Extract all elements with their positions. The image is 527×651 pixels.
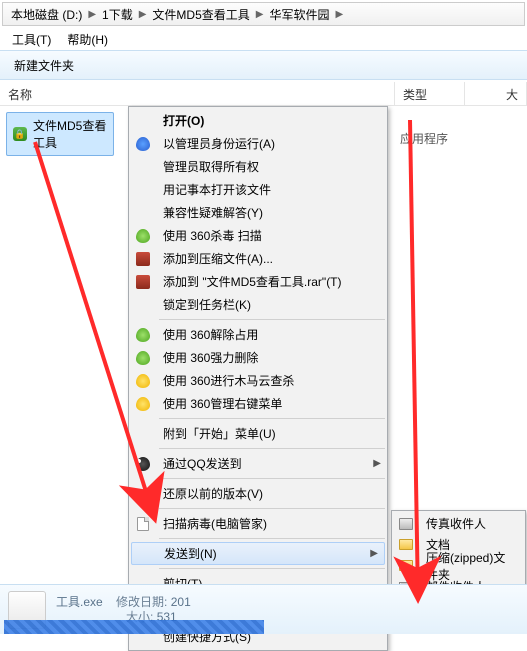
separator [159, 568, 385, 569]
release-icon [135, 327, 151, 343]
shield-icon [135, 136, 151, 152]
ctx-pin-taskbar[interactable]: 锁定到任务栏(K) [129, 293, 387, 316]
file-name: 文件MD5查看工具 [33, 117, 107, 151]
menu-mgr-icon [135, 396, 151, 412]
column-type[interactable]: 类型 [395, 82, 465, 105]
delete-icon [135, 350, 151, 366]
status-filename: 工具.exe [56, 595, 103, 609]
separator [159, 538, 385, 539]
separator [159, 508, 385, 509]
column-headers: 名称 类型 大 [0, 82, 527, 106]
sendto-zip[interactable]: 压缩(zipped)文件夹 [392, 555, 525, 576]
file-type-label: 应用程序 [400, 130, 448, 147]
folder-icon [398, 537, 414, 553]
status-modified-value: 201 [171, 595, 191, 609]
breadcrumb-seg-tool[interactable]: 文件MD5查看工具 [148, 6, 253, 23]
menu-help[interactable]: 帮助(H) [61, 29, 114, 50]
cloud-scan-icon [135, 373, 151, 389]
archive-icon [135, 251, 151, 267]
toolbar: 新建文件夹 [0, 50, 527, 80]
qq-icon [135, 456, 151, 472]
separator [159, 478, 385, 479]
breadcrumb-seg-downloads[interactable]: 1下载 [98, 6, 137, 23]
ctx-pin-start[interactable]: 附到「开始」菜单(U) [129, 422, 387, 445]
status-modified-label: 修改日期: [116, 595, 167, 609]
breadcrumb-seg-site[interactable]: 华军软件园 [265, 6, 333, 23]
ctx-qq-send[interactable]: 通过QQ发送到 ▶ [129, 452, 387, 475]
exe-icon: 🔒 [13, 126, 27, 142]
chevron-right-icon: ▶ [333, 9, 345, 20]
ctx-add-archive[interactable]: 添加到压缩文件(A)... [129, 247, 387, 270]
ctx-force-del[interactable]: 使用 360强力删除 [129, 346, 387, 369]
submenu-arrow-icon: ▶ [370, 548, 378, 559]
menu-tools[interactable]: 工具(T) [6, 29, 57, 50]
scan-icon [135, 516, 151, 532]
ctx-scan-virus[interactable]: 扫描病毒(电脑管家) [129, 512, 387, 535]
archive-icon [135, 274, 151, 290]
chevron-right-icon: ▶ [86, 9, 98, 20]
zip-icon [398, 558, 414, 574]
ctx-release[interactable]: 使用 360解除占用 [129, 323, 387, 346]
ctx-add-rar[interactable]: 添加到 "文件MD5查看工具.rar"(T) [129, 270, 387, 293]
column-name[interactable]: 名称 [0, 82, 395, 105]
menubar: 工具(T) 帮助(H) [0, 28, 527, 50]
breadcrumb-seg-drive[interactable]: 本地磁盘 (D:) [7, 6, 86, 23]
chevron-right-icon: ▶ [137, 9, 149, 20]
ctx-open[interactable]: 打开(O) [129, 109, 387, 132]
ctx-compat[interactable]: 兼容性疑难解答(Y) [129, 201, 387, 224]
ctx-send-to[interactable]: 发送到(N) ▶ [131, 542, 385, 565]
ctx-run-admin[interactable]: 以管理员身份运行(A) [129, 132, 387, 155]
separator [159, 448, 385, 449]
separator [159, 319, 385, 320]
breadcrumb[interactable]: 本地磁盘 (D:) ▶ 1下载 ▶ 文件MD5查看工具 ▶ 华军软件园 ▶ [2, 2, 525, 26]
column-size[interactable]: 大 [465, 82, 527, 105]
new-folder-button[interactable]: 新建文件夹 [8, 53, 80, 78]
file-row[interactable]: 🔒 文件MD5查看工具 [6, 112, 114, 156]
ctx-scan-360[interactable]: 使用 360杀毒 扫描 [129, 224, 387, 247]
context-menu: 打开(O) 以管理员身份运行(A) 管理员取得所有权 用记事本打开该文件 兼容性… [128, 106, 388, 651]
chevron-right-icon: ▶ [254, 9, 266, 20]
ctx-trojan[interactable]: 使用 360进行木马云查杀 [129, 369, 387, 392]
ctx-rclick-mgr[interactable]: 使用 360管理右键菜单 [129, 392, 387, 415]
ctx-notepad-open[interactable]: 用记事本打开该文件 [129, 178, 387, 201]
separator [159, 418, 385, 419]
ctx-admin-take[interactable]: 管理员取得所有权 [129, 155, 387, 178]
ctx-restore[interactable]: 还原以前的版本(V) [129, 482, 387, 505]
shield-icon [135, 228, 151, 244]
submenu-arrow-icon: ▶ [373, 458, 381, 469]
fax-icon [398, 516, 414, 532]
sendto-fax[interactable]: 传真收件人 [392, 513, 525, 534]
